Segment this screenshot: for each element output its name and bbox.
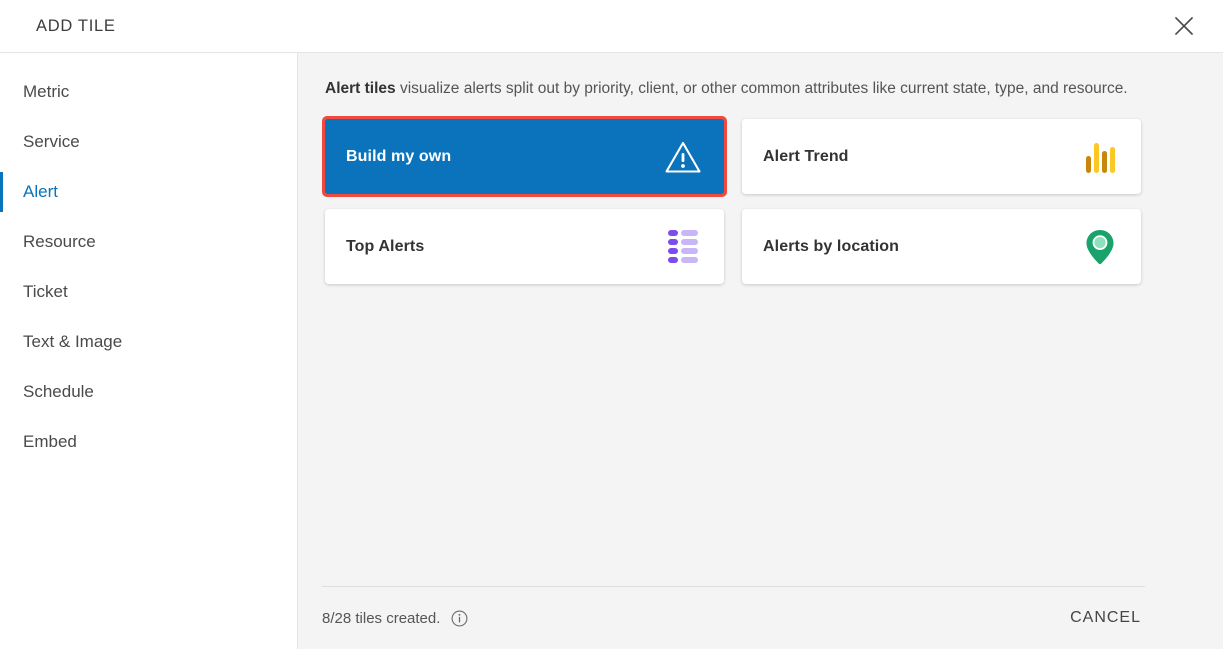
tiles-created-status: 8/28 tiles created. [322, 610, 468, 627]
sidebar-item-resource[interactable]: Resource [0, 217, 297, 267]
sidebar-item-label: Ticket [23, 282, 68, 301]
tile-option-label: Alert Trend [763, 147, 849, 165]
close-icon [1173, 15, 1195, 37]
sidebar-item-service[interactable]: Service [0, 117, 297, 167]
sidebar-item-alert[interactable]: Alert [0, 167, 297, 217]
sidebar-item-label: Resource [23, 232, 96, 251]
sidebar-item-metric[interactable]: Metric [0, 67, 297, 117]
category-description-text: visualize alerts split out by priority, … [395, 80, 1128, 97]
tile-option-label: Top Alerts [346, 237, 425, 255]
tile-option-label: Build my own [346, 147, 452, 165]
dialog-title: ADD TILE [36, 16, 116, 35]
tile-option-top-alerts[interactable]: Top Alerts [325, 209, 724, 284]
tile-option-build-my-own[interactable]: Build my own [322, 116, 727, 197]
dialog-header: ADD TILE [0, 0, 1223, 53]
tiles-created-label: 8/28 tiles created. [322, 609, 441, 627]
category-description: Alert tiles visualize alerts split out b… [325, 77, 1137, 100]
warning-triangle-icon [663, 137, 703, 177]
dialog-footer: 8/28 tiles created. CANCEL [298, 586, 1223, 649]
tile-option-alerts-by-location[interactable]: Alerts by location [742, 209, 1141, 284]
category-description-strong: Alert tiles [325, 80, 396, 97]
tile-option-label: Alerts by location [763, 237, 900, 255]
tile-selection-panel: Alert tiles visualize alerts split out b… [298, 53, 1223, 649]
add-tile-dialog: ADD TILE Metric Service Alert Resource T… [0, 0, 1223, 649]
dialog-body: Metric Service Alert Resource Ticket Tex… [0, 53, 1223, 649]
location-pin-icon [1080, 227, 1120, 267]
bar-chart-icon [1080, 137, 1120, 177]
sidebar-item-label: Embed [23, 432, 77, 451]
sidebar-item-schedule[interactable]: Schedule [0, 367, 297, 417]
sidebar-item-ticket[interactable]: Ticket [0, 267, 297, 317]
sidebar-item-text-and-image[interactable]: Text & Image [0, 317, 297, 367]
info-icon[interactable] [451, 610, 468, 627]
sidebar-item-label: Metric [23, 82, 70, 101]
sidebar-item-label: Schedule [23, 382, 94, 401]
list-icon [663, 227, 703, 267]
category-sidebar: Metric Service Alert Resource Ticket Tex… [0, 53, 298, 649]
sidebar-item-embed[interactable]: Embed [0, 417, 297, 467]
sidebar-item-label: Alert [23, 182, 58, 201]
tile-options-grid: Build my own Alert Trend Top Alerts Aler… [322, 116, 1145, 284]
sidebar-item-label: Text & Image [23, 332, 123, 351]
tile-option-alert-trend[interactable]: Alert Trend [742, 119, 1141, 194]
cancel-button[interactable]: CANCEL [1066, 603, 1145, 633]
close-button[interactable] [1167, 9, 1201, 43]
sidebar-item-label: Service [23, 132, 80, 151]
